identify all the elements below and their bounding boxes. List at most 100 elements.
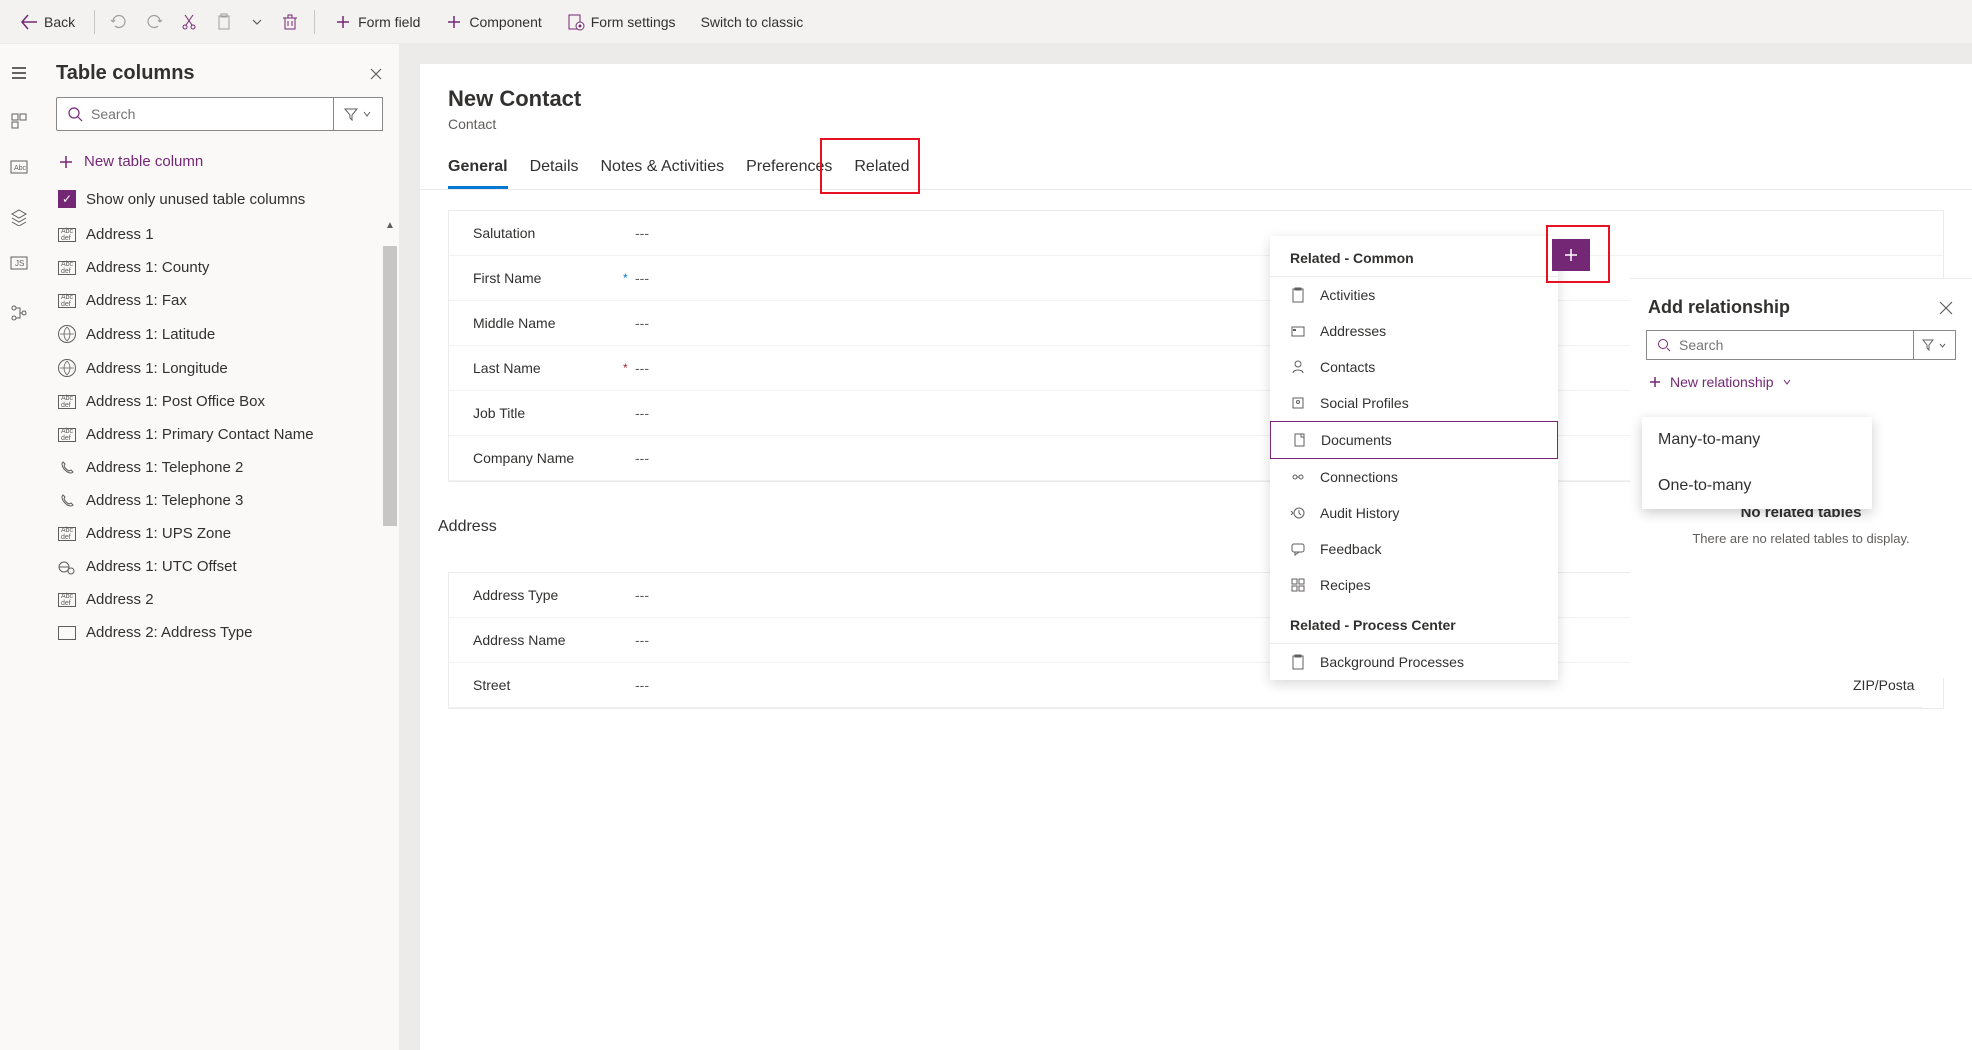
rp-title: Add relationship [1648,297,1790,318]
column-item[interactable]: AbcdefAddress 1: UPS Zone [40,517,399,550]
back-label: Back [44,14,75,30]
new-column-button[interactable]: New table column [40,143,399,180]
svg-text:JS: JS [15,259,24,268]
related-item[interactable]: Activities [1270,277,1558,313]
component-button[interactable]: Component [435,7,551,37]
form-settings-label: Form settings [591,14,676,30]
rp-filter-button[interactable] [1914,330,1956,360]
rp-search-input[interactable] [1679,337,1903,353]
column-label: Address 1: Telephone 3 [86,492,243,509]
column-item[interactable]: AbcdefAddress 2 [40,583,399,616]
field-label: Address Name [473,632,623,648]
rp-search-box[interactable] [1646,330,1914,360]
new-relationship-label: New relationship [1670,374,1774,390]
related-item[interactable]: Documents [1270,421,1558,459]
text-field-icon[interactable]: Abc [10,160,30,180]
delete-button[interactable] [275,7,305,37]
add-fab-button[interactable] [1552,239,1590,271]
related-item-label: Addresses [1320,323,1386,339]
filter-icon [344,107,358,121]
close-panel-icon[interactable] [369,67,383,81]
tab-related[interactable]: Related [854,148,909,189]
left-panel: Table columns New table column ✓ Show on… [40,44,400,1050]
tree-icon[interactable] [10,304,30,324]
scrollbar[interactable]: ▲ [383,218,397,1050]
settings-form-icon [567,13,585,31]
column-label: Address 1: Latitude [86,326,215,343]
plus-icon [1562,246,1580,264]
tab-preferences[interactable]: Preferences [746,148,832,189]
text-type-icon: Abcdef [58,593,76,607]
related-item-label: Background Processes [1320,654,1464,670]
field-value: --- [635,270,649,286]
field-value: --- [635,225,649,241]
redo-button[interactable] [139,7,169,37]
related-item[interactable]: Feedback [1270,531,1558,567]
chevron-down-icon [1938,341,1947,350]
column-item[interactable]: AbcdefAddress 1: Fax [40,284,399,317]
chevron-down-icon [362,109,372,119]
related-item[interactable]: Audit History [1270,495,1558,531]
dropdown-chevron[interactable] [244,9,270,35]
show-unused-label: Show only unused table columns [86,191,305,208]
scroll-up-icon[interactable]: ▲ [383,218,397,232]
filter-button[interactable] [334,97,383,131]
column-item[interactable]: Address 1: Longitude [40,351,399,385]
form-field[interactable]: Salutation --- [449,211,1943,256]
switch-classic-button[interactable]: Switch to classic [691,8,814,36]
related-item[interactable]: Recipes [1270,567,1558,603]
option-many-to-many[interactable]: Many-to-many [1642,417,1872,463]
column-item[interactable]: Address 1: UTC Offset [40,550,399,583]
related-item[interactable]: Contacts [1270,349,1558,385]
related-item[interactable]: Background Processes [1270,644,1558,680]
option-one-to-many[interactable]: One-to-many [1642,463,1872,509]
scrollbar-thumb[interactable] [383,246,397,526]
field-label: Last Name [473,360,623,376]
tab-general[interactable]: General [448,148,508,189]
component-label: Component [469,14,541,30]
plus-icon [334,13,352,31]
components-icon[interactable] [10,112,30,132]
column-item[interactable]: AbcdefAddress 1: Primary Contact Name [40,418,399,451]
new-column-label: New table column [84,153,203,170]
close-icon[interactable] [1938,300,1954,316]
column-label: Address 1 [86,226,154,243]
paste-button[interactable] [209,7,239,37]
column-item[interactable]: AbcdefAddress 1 [40,218,399,251]
layers-icon[interactable] [10,208,30,228]
tab-details[interactable]: Details [530,148,579,189]
column-item[interactable]: Address 1: Telephone 2 [40,451,399,484]
clipboard-icon [1290,287,1306,303]
hamburger-icon[interactable] [10,64,30,84]
column-item[interactable]: Address 2: Address Type [40,616,399,649]
search-box[interactable] [56,97,334,131]
show-unused-checkbox[interactable]: ✓ Show only unused table columns [40,180,399,218]
related-item[interactable]: Connections [1270,459,1558,495]
related-item[interactable]: Social Profiles [1270,385,1558,421]
related-item[interactable]: Addresses [1270,313,1558,349]
back-button[interactable]: Back [10,7,85,37]
js-icon[interactable]: JS [10,256,30,276]
form-field-button[interactable]: Form field [324,7,430,37]
form-settings-button[interactable]: Form settings [557,7,686,37]
field-label: Salutation [473,225,623,241]
form-subtitle: Contact [420,116,1972,148]
column-item[interactable]: AbcdefAddress 1: Post Office Box [40,385,399,418]
search-input[interactable] [91,106,323,122]
column-item[interactable]: Address 1: Latitude [40,317,399,351]
column-label: Address 1: Longitude [86,360,228,377]
column-label: Address 1: Primary Contact Name [86,426,314,443]
related-process-title: Related - Process Center [1270,603,1558,644]
undo-button[interactable] [104,7,134,37]
new-relationship-button[interactable]: New relationship [1630,360,1972,404]
field-value: --- [635,450,649,466]
column-item[interactable]: Address 1: Telephone 3 [40,484,399,517]
column-item[interactable]: AbcdefAddress 1: County [40,251,399,284]
tab-notes[interactable]: Notes & Activities [601,148,725,189]
cut-button[interactable] [174,7,204,37]
divider [94,10,95,34]
chat-icon [1290,541,1306,557]
search-icon [1657,338,1671,352]
rect-icon [58,626,76,640]
search-icon [67,106,83,122]
